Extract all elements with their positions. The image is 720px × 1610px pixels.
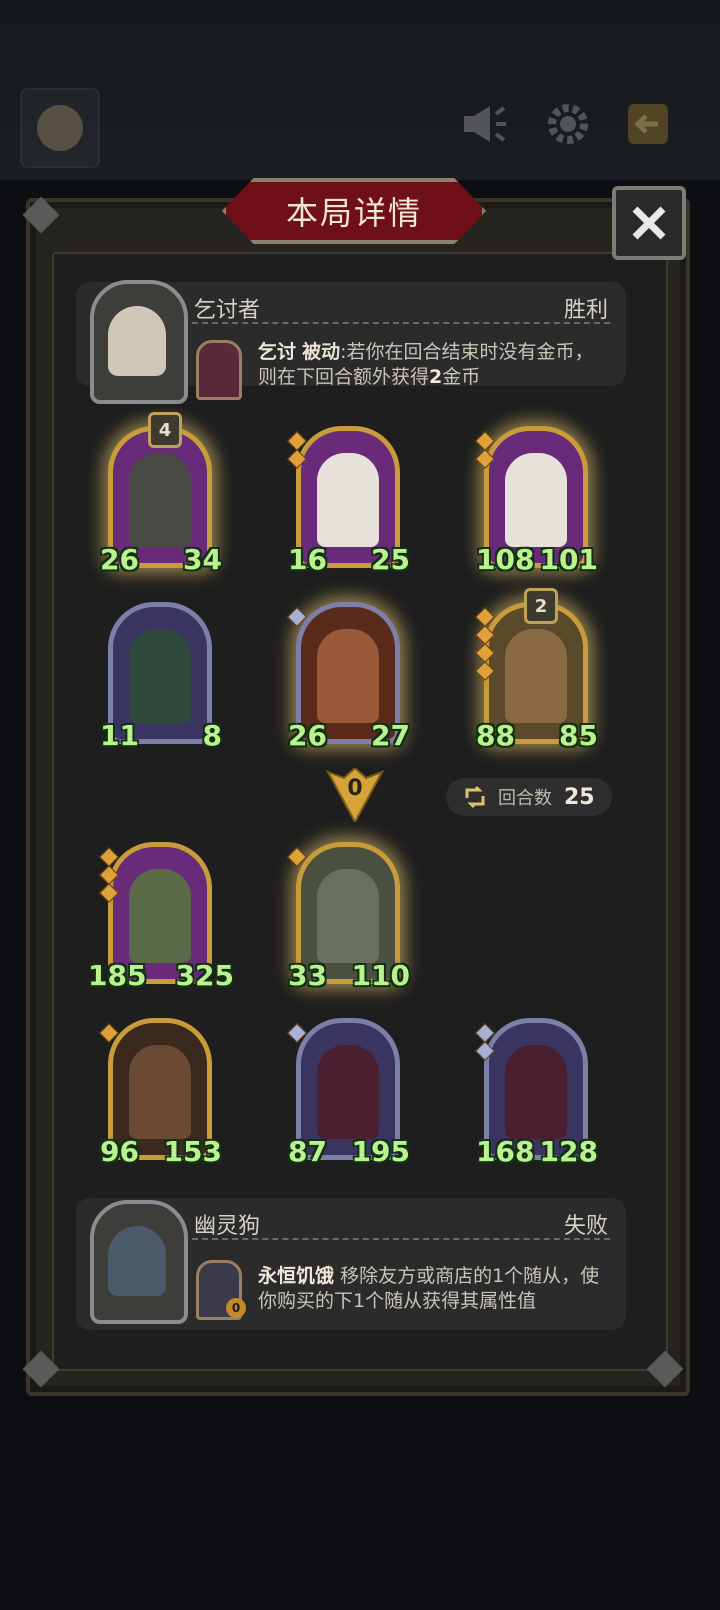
hero-power-description: 永恒饥饿 移除友方或商店的1个随从，使你购买的下1个随从获得其属性值: [258, 1264, 608, 1314]
minion-attack: 26: [288, 719, 327, 755]
round-label: 回合数: [498, 788, 552, 809]
minion-art: [129, 1045, 191, 1139]
minion-art: [317, 869, 379, 963]
skill-text-2: 则在下回合额外获得: [258, 366, 430, 388]
minion-health: 128: [539, 1135, 598, 1171]
minion-attack: 185: [88, 959, 147, 995]
close-button[interactable]: [612, 186, 686, 260]
minion-attack: 88: [476, 719, 515, 755]
tier-gems: [287, 847, 307, 867]
minion-health: 25: [371, 543, 410, 579]
round-value: 25: [564, 784, 595, 810]
winner-portrait: [90, 280, 188, 404]
refresh-icon: [465, 785, 485, 809]
minion-card[interactable]: 185 325: [88, 838, 234, 995]
beggar-hero-image: [108, 306, 166, 376]
minion-health: 34: [183, 543, 222, 579]
speaker-icon[interactable]: [452, 92, 516, 156]
panel-title: 本局详情: [285, 194, 422, 232]
minion-card[interactable]: 26 27: [287, 598, 410, 755]
minion-attack: 96: [100, 1135, 139, 1171]
minion-health: 101: [539, 543, 598, 579]
minion-level-badge: 2: [524, 588, 558, 624]
minion-art: [317, 453, 379, 547]
gear-icon[interactable]: [536, 92, 600, 156]
minion-art: [505, 1045, 567, 1139]
minion-attack: 16: [288, 543, 327, 579]
top-bar-background: [0, 0, 720, 180]
skill-amount: 2: [429, 366, 443, 388]
minion-art: [129, 869, 191, 963]
minion-card[interactable]: 11 8: [100, 598, 222, 755]
minion-health: 153: [163, 1135, 222, 1171]
loser-portrait: [90, 1200, 188, 1324]
minion-card[interactable]: 87 195: [287, 1014, 410, 1171]
minion-health: 8: [183, 719, 222, 755]
tier-gems: [287, 1023, 307, 1043]
tier-gems: [475, 1023, 495, 1061]
loser-name: 幽灵狗: [194, 1214, 261, 1239]
versus-arrow: 0: [325, 766, 385, 825]
minion-health: 110: [351, 959, 410, 995]
tier-gems: [475, 431, 495, 469]
round-counter: 回合数 25: [446, 778, 612, 816]
tier-gems: [99, 1023, 119, 1043]
minion-attack: 168: [476, 1135, 535, 1171]
minion-attack: 26: [100, 543, 139, 579]
hero-power-name: 乞讨: [258, 341, 297, 363]
hero-power-description: 乞讨 被动:若你在回合结束时没有金币， 则在下回合额外获得2金币: [258, 340, 608, 390]
hero-power-icon: [196, 340, 242, 400]
close-icon: [632, 206, 666, 240]
loser-player-card[interactable]: 幽灵狗 失败 0 永恒饥饿 移除友方或商店的1个随从，使你购买的下1个随从获得其…: [76, 1198, 626, 1330]
avatar: [37, 105, 83, 151]
minion-attack: 108: [476, 543, 535, 579]
minion-card[interactable]: 168 128: [475, 1014, 598, 1171]
minion-card[interactable]: 96 153: [99, 1014, 222, 1171]
hero-power-name: 永恒饥饿: [258, 1265, 335, 1287]
minion-health: 85: [559, 719, 598, 755]
minion-card[interactable]: 2 88 85: [475, 588, 598, 755]
tier-gems: [287, 607, 307, 627]
minion-card[interactable]: 4 26 34: [100, 412, 222, 579]
tier-gems: [99, 847, 119, 903]
minion-art: [317, 1045, 379, 1139]
minion-card[interactable]: 108 101: [475, 422, 598, 579]
minion-health: 195: [351, 1135, 410, 1171]
tier-gems: [475, 607, 495, 681]
player-avatar-button[interactable]: [20, 88, 100, 168]
minion-art: [129, 453, 191, 547]
minion-card[interactable]: 16 25: [287, 422, 410, 579]
panel-title-plate: 本局详情: [222, 178, 486, 244]
tier-gems: [287, 431, 307, 469]
minion-health: 325: [175, 959, 234, 995]
minion-art: [505, 453, 567, 547]
winner-player-card[interactable]: 乞讨者 胜利 乞讨 被动:若你在回合结束时没有金币， 则在下回合额外获得2金币: [76, 280, 626, 404]
skill-text-3: 金币: [442, 366, 481, 388]
loser-result: 失败: [563, 1214, 608, 1239]
minion-level-badge: 4: [148, 412, 182, 448]
minion-attack: 87: [288, 1135, 327, 1171]
versus-value: 0: [347, 776, 363, 801]
hero-power-type: 被动: [302, 341, 341, 363]
minion-art: [317, 629, 379, 723]
divider: [192, 1238, 610, 1240]
skill-text-1: :若你在回合结束时没有金币，: [340, 341, 594, 363]
divider: [192, 322, 610, 324]
winner-result: 胜利: [563, 298, 608, 323]
minion-card[interactable]: 33 110: [287, 838, 410, 995]
minion-health: 27: [371, 719, 410, 755]
bottom-background: [0, 1420, 720, 1610]
minion-art: [129, 629, 191, 723]
minion-art: [505, 629, 567, 723]
hero-power-cost: 0: [226, 1298, 246, 1318]
ghost-dog-hero-image: [108, 1226, 166, 1296]
winner-name: 乞讨者: [194, 298, 261, 323]
minion-attack: 33: [288, 959, 327, 995]
exit-icon[interactable]: [616, 92, 680, 156]
minion-attack: 11: [100, 719, 139, 755]
